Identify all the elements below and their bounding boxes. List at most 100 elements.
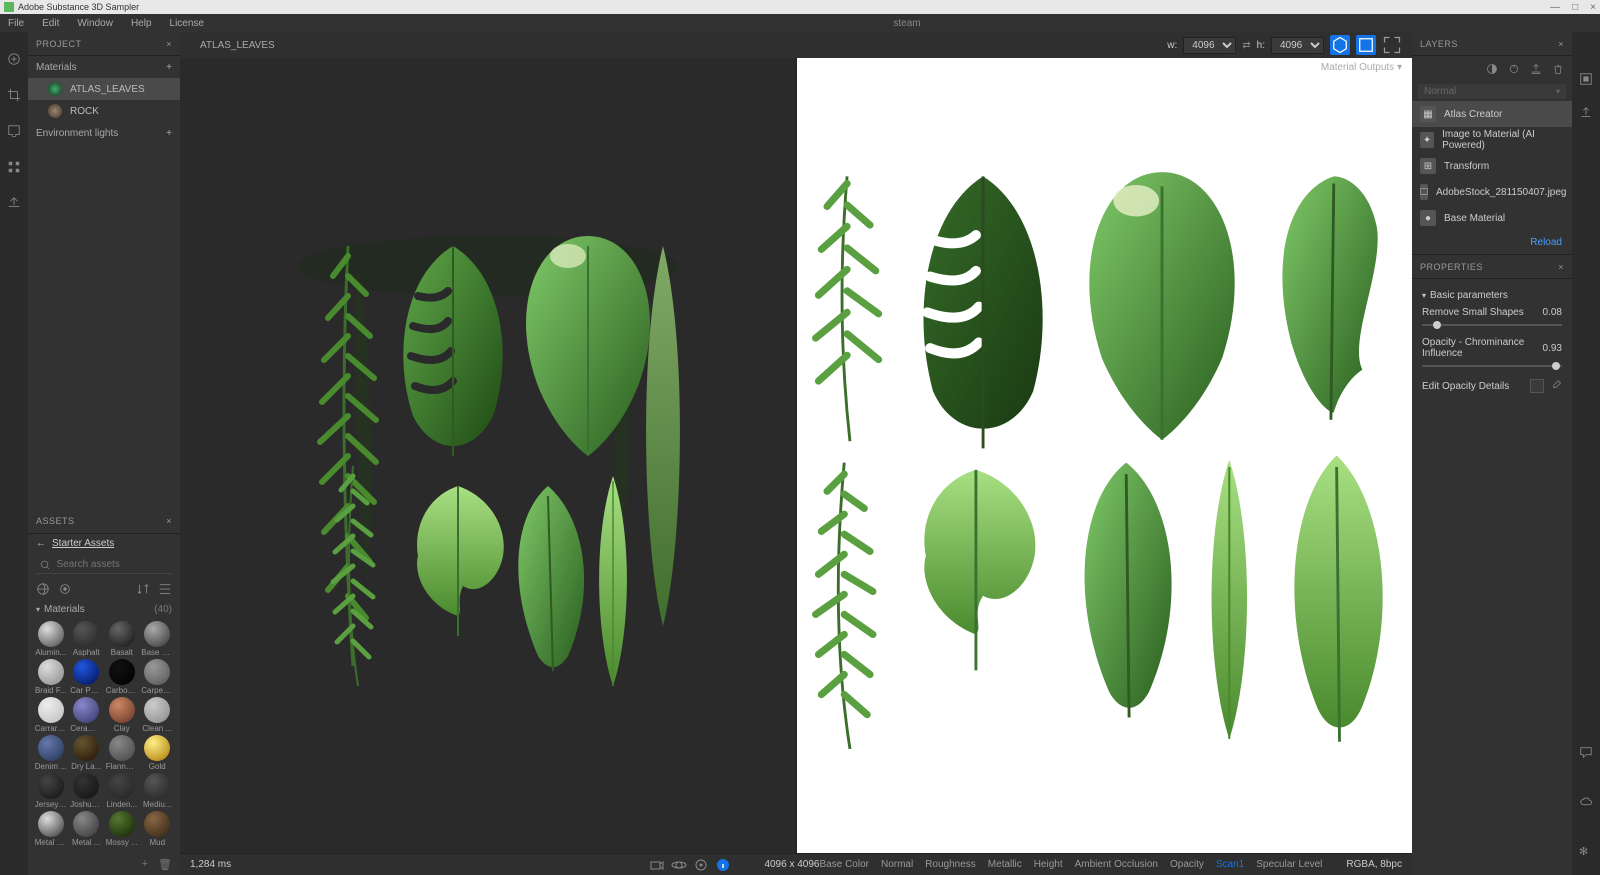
menu-file[interactable]: File	[8, 18, 24, 29]
menu-help[interactable]: Help	[131, 18, 152, 29]
material-thumbnail[interactable]: Asphalt	[70, 621, 104, 657]
settings-icon[interactable]: ✻	[1579, 845, 1593, 859]
link-icon[interactable]: ⇄	[1242, 40, 1250, 51]
properties-panel-header: PROPERTIES ×	[1412, 255, 1572, 279]
material-thumbnail[interactable]: Mossy ...	[105, 811, 139, 847]
share-icon[interactable]	[1579, 106, 1593, 120]
close-icon[interactable]: ×	[166, 516, 172, 526]
category-header[interactable]: ▾ Materials (40)	[28, 600, 180, 619]
material-thumbnail[interactable]: Clay	[105, 697, 139, 733]
channel-tab[interactable]: Ambient Occlusion	[1075, 859, 1158, 870]
material-label: Cerami...	[70, 724, 102, 733]
checkbox[interactable]	[1530, 379, 1544, 393]
filter-icon[interactable]	[58, 582, 72, 596]
2d-viewport[interactable]: Material Outputs ▾	[796, 58, 1413, 853]
maximize-button[interactable]: □	[1572, 2, 1578, 13]
slider[interactable]	[1422, 365, 1562, 367]
layer-item[interactable]: ⊞Transform	[1412, 153, 1572, 179]
menu-edit[interactable]: Edit	[42, 18, 59, 29]
minimize-button[interactable]: —	[1550, 2, 1560, 13]
channel-tab[interactable]: Scan1	[1216, 859, 1244, 870]
material-thumbnail[interactable]: Braid F...	[34, 659, 68, 695]
material-thumbnail[interactable]: Mud	[141, 811, 175, 847]
material-thumbnail[interactable]: Denim ...	[34, 735, 68, 771]
3d-viewport[interactable]	[180, 58, 796, 853]
channel-tab[interactable]: Base Color	[820, 859, 869, 870]
material-thumbnail[interactable]: Flannel...	[105, 735, 139, 771]
library-icon[interactable]	[1579, 72, 1593, 86]
orbit-icon[interactable]	[671, 857, 687, 873]
add-env-button[interactable]: +	[166, 128, 172, 139]
width-select[interactable]: 4096	[1183, 37, 1236, 54]
material-thumbnail[interactable]: Gold	[141, 735, 175, 771]
assets-back-button[interactable]: ← Starter Assets	[28, 534, 180, 553]
search-input[interactable]	[56, 559, 168, 570]
material-thumbnail[interactable]: Clean ...	[141, 697, 175, 733]
delete-asset-button[interactable]: 🗑	[158, 858, 172, 871]
menu-license[interactable]: License	[170, 18, 204, 29]
close-button[interactable]: ×	[1590, 2, 1596, 13]
project-item[interactable]: ATLAS_LEAVES	[28, 78, 180, 100]
grid-icon[interactable]	[7, 160, 21, 174]
property-section-header[interactable]: ▾ Basic parameters	[1422, 287, 1562, 304]
add-icon[interactable]	[7, 52, 21, 66]
add-asset-button[interactable]: +	[142, 858, 148, 871]
material-thumbnail[interactable]: Jersey ...	[34, 773, 68, 809]
eyedropper-icon[interactable]	[1550, 380, 1562, 392]
target-icon[interactable]	[693, 857, 709, 873]
crop-icon[interactable]	[7, 88, 21, 102]
channel-tab[interactable]: Roughness	[925, 859, 976, 870]
material-thumbnail[interactable]: Linden...	[105, 773, 139, 809]
cloud-icon[interactable]	[1579, 795, 1593, 809]
material-thumbnail[interactable]: Joshua ...	[70, 773, 104, 809]
camera-icon[interactable]	[649, 857, 665, 873]
sort-icon[interactable]	[136, 582, 150, 596]
material-thumbnail[interactable]: Basalt	[105, 621, 139, 657]
upload-icon[interactable]	[7, 196, 21, 210]
material-thumbnail[interactable]: Alumin...	[34, 621, 68, 657]
viewport-tab[interactable]: ATLAS_LEAVES	[190, 37, 285, 54]
material-thumbnail[interactable]: Mediu...	[141, 773, 175, 809]
board-icon[interactable]	[7, 124, 21, 138]
close-icon[interactable]: ×	[1558, 262, 1564, 272]
slider[interactable]	[1422, 324, 1562, 326]
close-icon[interactable]: ×	[166, 39, 172, 49]
expand-button[interactable]	[1382, 35, 1402, 55]
view-2d-button[interactable]	[1356, 35, 1376, 55]
add-material-button[interactable]: +	[166, 62, 172, 73]
reload-button[interactable]: Reload	[1412, 231, 1572, 254]
view-3d-button[interactable]	[1330, 35, 1350, 55]
fx-icon[interactable]	[1508, 63, 1520, 75]
material-thumbnail[interactable]: Car Paint	[70, 659, 104, 695]
close-icon[interactable]: ×	[1558, 39, 1564, 49]
mask-icon[interactable]	[1486, 63, 1498, 75]
layer-item[interactable]: 🞎AdobeStock_281150407.jpeg	[1412, 179, 1572, 205]
chat-icon[interactable]	[1579, 745, 1593, 759]
material-thumbnail[interactable]: Cerami...	[70, 697, 104, 733]
layer-item[interactable]: ✦Image to Material (AI Powered)	[1412, 127, 1572, 153]
material-thumbnail[interactable]: Carrara...	[34, 697, 68, 733]
channel-tab[interactable]: Specular Level	[1256, 859, 1322, 870]
globe-icon[interactable]	[36, 582, 50, 596]
material-outputs-dropdown[interactable]: Material Outputs ▾	[1321, 62, 1402, 73]
channel-tab[interactable]: Normal	[881, 859, 913, 870]
channel-tab[interactable]: Opacity	[1170, 859, 1204, 870]
channel-tab[interactable]: Metallic	[988, 859, 1022, 870]
project-item[interactable]: ROCK	[28, 100, 180, 122]
list-view-icon[interactable]	[158, 582, 172, 596]
info-icon[interactable]	[715, 857, 731, 873]
channel-tab[interactable]: Height	[1034, 859, 1063, 870]
delete-icon[interactable]	[1552, 63, 1564, 75]
material-thumbnail[interactable]: Carpet ...	[141, 659, 175, 695]
material-thumbnail[interactable]: Dry La...	[70, 735, 104, 771]
material-thumbnail[interactable]: Metal ...	[70, 811, 104, 847]
layer-item[interactable]: ▦Atlas Creator	[1412, 101, 1572, 127]
height-select[interactable]: 4096	[1271, 37, 1324, 54]
menu-window[interactable]: Window	[77, 18, 113, 29]
material-thumbnail[interactable]: Base M...	[141, 621, 175, 657]
blend-mode-select[interactable]: Normal	[1418, 84, 1566, 99]
material-thumbnail[interactable]: Carbon ...	[105, 659, 139, 695]
export-icon[interactable]	[1530, 63, 1542, 75]
layer-item[interactable]: ●Base Material	[1412, 205, 1572, 231]
material-thumbnail[interactable]: Metal B...	[34, 811, 68, 847]
